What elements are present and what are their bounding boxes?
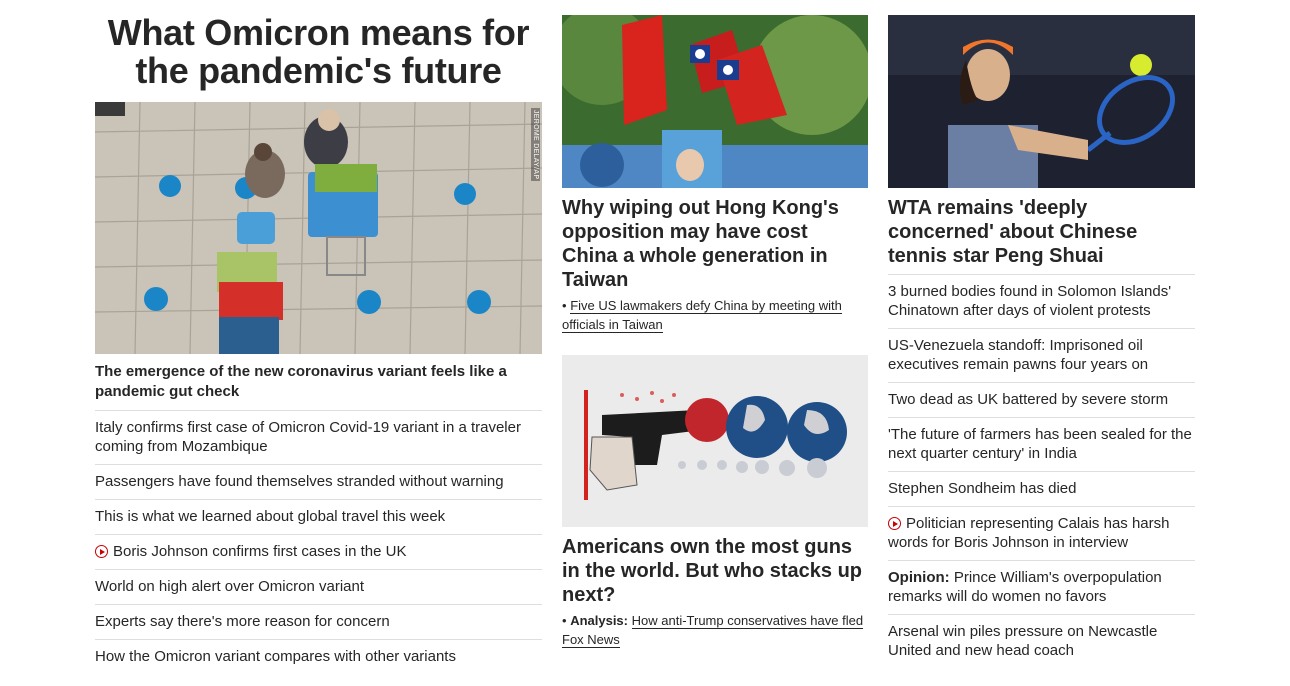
list-item[interactable]: How the Omicron variant compares with ot… bbox=[95, 640, 542, 674]
list-item[interactable]: 'The future of farmers has been sealed f… bbox=[888, 418, 1195, 472]
taiwan-flags-photo[interactable] bbox=[562, 15, 868, 188]
taiwan-sublink[interactable]: • Five US lawmakers defy China by meetin… bbox=[562, 296, 868, 334]
world-story-list: 3 burned bodies found in Solomon Islands… bbox=[888, 274, 1195, 668]
list-item[interactable]: Passengers have found themselves strande… bbox=[95, 465, 542, 500]
play-icon bbox=[95, 545, 108, 558]
analysis-label: Analysis: bbox=[570, 613, 628, 628]
list-item[interactable]: Arsenal win piles pressure on Newcastle … bbox=[888, 615, 1195, 668]
list-item[interactable]: Experts say there's more reason for conc… bbox=[95, 605, 542, 640]
middle-column: Why wiping out Hong Kong's opposition ma… bbox=[562, 0, 868, 649]
omicron-package: What Omicron means for the pandemic's fu… bbox=[95, 0, 542, 674]
list-item[interactable]: Boris Johnson confirms first cases in th… bbox=[95, 535, 542, 570]
list-item[interactable]: Italy confirms first case of Omicron Cov… bbox=[95, 411, 542, 465]
list-item[interactable]: Two dead as UK battered by severe storm bbox=[888, 383, 1195, 418]
guns-illustration[interactable] bbox=[562, 355, 868, 527]
list-item[interactable]: World on high alert over Omicron variant bbox=[95, 570, 542, 605]
hong-kong-headline[interactable]: Why wiping out Hong Kong's opposition ma… bbox=[562, 196, 868, 292]
right-column: WTA remains 'deeply concerned' about Chi… bbox=[888, 0, 1195, 668]
package-title[interactable]: What Omicron means for the pandemic's fu… bbox=[95, 14, 542, 90]
list-item[interactable]: Stephen Sondheim has died bbox=[888, 472, 1195, 507]
opinion-label: Opinion: bbox=[888, 569, 950, 586]
list-item[interactable]: This is what we learned about global tra… bbox=[95, 500, 542, 535]
list-item[interactable]: Opinion: Prince William's overpopulation… bbox=[888, 561, 1195, 615]
omicron-story-list: Italy confirms first case of Omicron Cov… bbox=[95, 411, 542, 674]
list-item[interactable]: 3 burned bodies found in Solomon Islands… bbox=[888, 275, 1195, 329]
photo-credit: JEROME DELAY/AP bbox=[531, 108, 540, 182]
list-item[interactable]: US-Venezuela standoff: Imprisoned oil ex… bbox=[888, 329, 1195, 383]
guns-headline[interactable]: Americans own the most guns in the world… bbox=[562, 535, 868, 607]
list-item[interactable]: Politician representing Calais has harsh… bbox=[888, 507, 1195, 561]
airport-trolleys-photo[interactable]: JEROME DELAY/AP bbox=[95, 102, 542, 354]
peng-shuai-photo[interactable] bbox=[888, 15, 1195, 188]
play-icon bbox=[888, 517, 901, 530]
peng-shuai-headline[interactable]: WTA remains 'deeply concerned' about Chi… bbox=[888, 196, 1195, 268]
fox-news-sublink[interactable]: • Analysis: How anti-Trump conservatives… bbox=[562, 611, 868, 649]
lead-story-link[interactable]: The emergence of the new coronavirus var… bbox=[95, 354, 542, 411]
